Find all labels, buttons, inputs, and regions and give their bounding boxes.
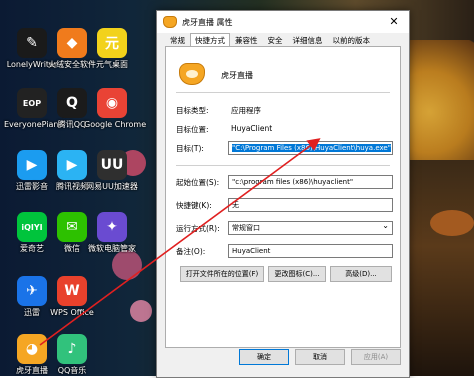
apply-button[interactable]: 应用(A) [351,349,401,365]
comment-label: 备注(O): [176,247,206,256]
chrome-icon: ◉ [97,88,127,118]
tab-bar: 常规 快捷方式 兼容性 安全 详细信息 以前的版本 [165,33,375,48]
close-icon[interactable]: ✕ [379,11,409,33]
dialog-titlebar[interactable]: 虎牙直播 属性 ✕ [157,11,409,33]
wallpaper-guitar [430,210,474,236]
huya-app-icon [179,63,205,85]
desktop-icon-label: QQ音乐 [57,366,87,375]
desktop-icon[interactable]: 元元气桌面 [84,28,140,70]
shortcut-key-input[interactable]: 无 [228,198,393,212]
start-in-input[interactable]: "c:\program files (x86)\huyaclient" [228,175,393,189]
qq-icon: Q [57,88,87,118]
wallpaper-flower [130,300,152,322]
properties-dialog: 虎牙直播 属性 ✕ 常规 快捷方式 兼容性 安全 详细信息 以前的版本 虎牙直播… [156,10,410,378]
piano-icon: EOP [17,88,47,118]
huya-icon: ◕ [17,334,47,364]
qqmusic-icon: ♪ [57,334,87,364]
desktop-icon-label: WPS Office [50,308,94,317]
uu-icon: UU [97,150,127,180]
divider [176,92,390,93]
desktop-icon[interactable]: ✦ 微软电脑管家 [84,212,140,254]
wps-icon: W [57,276,87,306]
desktop-icon[interactable]: W WPS Office [44,276,100,318]
shortcut-panel: 虎牙直播 目标类型: 应用程序 目标位置: HuyaClient 目标(T): … [165,46,401,348]
ok-button[interactable]: 确定 [239,349,289,365]
tencent-video-icon: ▶ [57,150,87,180]
shortcut-key-label: 快捷键(K): [176,201,212,210]
desktop-icon-label: 元气桌面 [96,60,128,69]
target-type-label: 目标类型: [176,106,209,115]
target-label: 目标(T): [176,144,204,153]
change-icon-button[interactable]: 更改图标(C)... [268,266,326,282]
xunlei-icon: ✈ [17,276,47,306]
wechat-icon: ✉ [57,212,87,242]
advanced-button[interactable]: 高级(D)... [330,266,392,282]
app-name: 虎牙直播 [221,71,253,80]
ms-pc-manager-icon: ✦ [97,212,127,242]
yuanqi-icon: 元 [97,28,127,58]
desktop-icon-label: Google Chrome [84,120,147,129]
open-file-location-button[interactable]: 打开文件所在的位置(F) [180,266,264,282]
iqiyi-icon: iQIYI [17,212,47,242]
run-label: 运行方式(R): [176,224,220,233]
wallpaper-character-body [404,160,474,376]
target-location-value: HuyaClient [231,124,273,133]
divider [176,165,390,166]
huorong-icon: ◆ [57,28,87,58]
target-location-label: 目标位置: [176,125,209,134]
run-select[interactable]: 常规窗口 [228,221,393,235]
target-input[interactable]: "C:\Program Files (x86)\HuyaClient\huya.… [228,141,393,155]
target-type-value: 应用程序 [231,106,261,115]
comment-input[interactable]: HuyaClient [228,244,393,258]
lonelywriter-icon: ✎ [17,28,47,58]
dialog-title: 虎牙直播 属性 [182,17,233,27]
desktop-icon-label: 网易UU加速器 [86,182,138,191]
wallpaper-flower [112,250,142,280]
xunlei-player-icon: ▶ [17,150,47,180]
huya-icon [163,16,177,28]
desktop-icon-label: 微软电脑管家 [88,244,136,253]
start-in-label: 起始位置(S): [176,178,220,187]
desktop-icon[interactable]: ◉ Google Chrome [84,88,147,130]
desktop-icon[interactable]: UU 网易UU加速器 [84,150,140,192]
cancel-button[interactable]: 取消 [295,349,345,365]
target-value: "C:\Program Files (x86)\HuyaClient\huya.… [232,144,391,152]
desktop-icon[interactable]: ♪ QQ音乐 [44,334,100,376]
